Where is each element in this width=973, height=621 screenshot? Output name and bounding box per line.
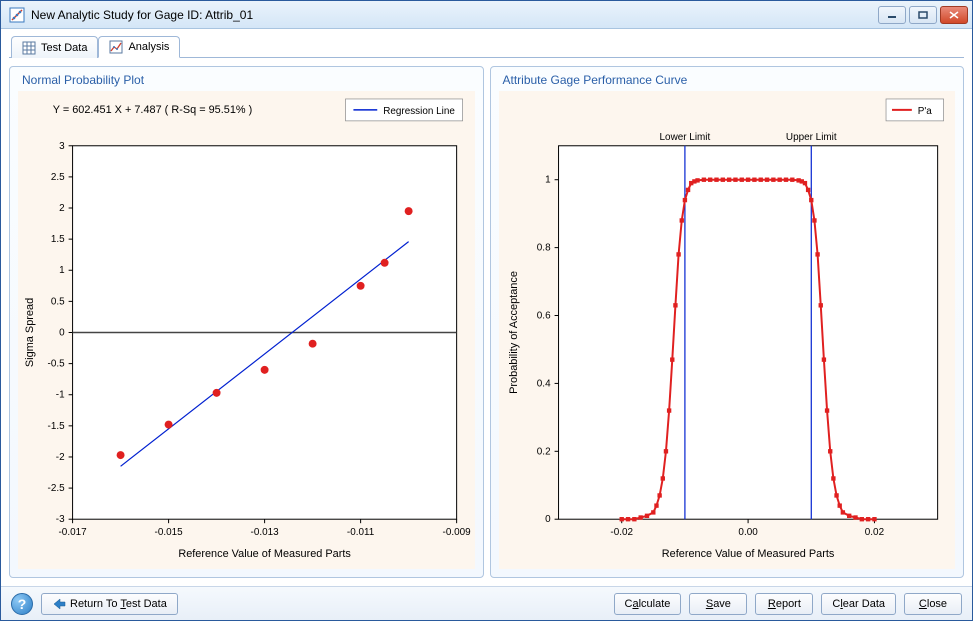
svg-text:-1: -1: [56, 390, 65, 401]
svg-text:Regression Line: Regression Line: [383, 106, 455, 117]
svg-text:Upper Limit: Upper Limit: [785, 132, 836, 143]
bottom-bar: ? Return To Test Data Calculate Save Rep…: [1, 586, 972, 620]
help-button[interactable]: ?: [11, 593, 33, 615]
svg-text:2.5: 2.5: [51, 172, 65, 183]
button-label: Close: [919, 598, 947, 610]
svg-text:-0.015: -0.015: [155, 527, 184, 538]
button-label: Return To Test Data: [70, 598, 167, 610]
svg-text:-0.013: -0.013: [251, 527, 280, 538]
svg-text:-2.5: -2.5: [48, 483, 66, 494]
return-button[interactable]: Return To Test Data: [41, 593, 178, 615]
svg-text:1.5: 1.5: [51, 234, 65, 245]
svg-text:Lower Limit: Lower Limit: [659, 132, 710, 143]
arrow-left-icon: [52, 597, 66, 611]
app-icon: [9, 7, 25, 23]
svg-text:Probability of Acceptance: Probability of Acceptance: [507, 271, 519, 394]
svg-text:-0.02: -0.02: [610, 527, 633, 538]
save-button[interactable]: Save: [689, 593, 747, 615]
svg-text:Reference Value of Measured Pa: Reference Value of Measured Parts: [661, 548, 834, 560]
close-button[interactable]: Close: [904, 593, 962, 615]
panels-container: Normal Probability Plot Y = 602.451 X + …: [1, 58, 972, 586]
svg-text:0.02: 0.02: [864, 527, 884, 538]
svg-text:0.4: 0.4: [536, 378, 550, 389]
chart-icon: [109, 40, 123, 54]
minimize-button[interactable]: [878, 6, 906, 24]
svg-text:P'a: P'a: [917, 106, 932, 117]
tab-label: Analysis: [128, 41, 169, 53]
maximize-button[interactable]: [909, 6, 937, 24]
svg-text:2: 2: [59, 203, 65, 214]
titlebar: New Analytic Study for Gage ID: Attrib_0…: [1, 1, 972, 29]
clear-data-button[interactable]: Clear Data: [821, 593, 896, 615]
svg-text:0.2: 0.2: [536, 446, 550, 457]
tab-test-data[interactable]: Test Data: [11, 36, 98, 58]
button-label: Save: [706, 598, 731, 610]
svg-text:0.8: 0.8: [536, 243, 550, 254]
svg-text:1: 1: [59, 265, 65, 276]
svg-text:-0.017: -0.017: [59, 527, 88, 538]
button-label: Clear Data: [832, 598, 885, 610]
attribute-gage-panel: Attribute Gage Performance Curve P'a Lowe…: [490, 66, 965, 578]
tab-analysis[interactable]: Analysis: [98, 36, 180, 58]
panel-title: Attribute Gage Performance Curve: [499, 71, 956, 91]
svg-text:-1.5: -1.5: [48, 421, 66, 432]
svg-text:0.00: 0.00: [738, 527, 758, 538]
svg-text:0: 0: [59, 327, 65, 338]
svg-text:-0.009: -0.009: [443, 527, 472, 538]
normal-probability-panel: Normal Probability Plot Y = 602.451 X + …: [9, 66, 484, 578]
close-window-button[interactable]: [940, 6, 968, 24]
client-area: Test Data Analysis Normal Probability Pl…: [1, 29, 972, 620]
button-label: Calculate: [625, 598, 671, 610]
button-label: Report: [768, 598, 801, 610]
svg-text:3: 3: [59, 141, 65, 152]
svg-text:0: 0: [545, 514, 551, 525]
svg-text:Reference Value of Measured Pa: Reference Value of Measured Parts: [178, 548, 351, 560]
app-window: New Analytic Study for Gage ID: Attrib_0…: [0, 0, 973, 621]
window-title: New Analytic Study for Gage ID: Attrib_0…: [31, 8, 878, 22]
svg-text:-2: -2: [56, 452, 65, 463]
svg-text:Sigma Spread: Sigma Spread: [24, 298, 36, 367]
window-controls: [878, 6, 968, 24]
svg-text:-3: -3: [56, 514, 65, 525]
svg-text:-0.5: -0.5: [48, 359, 66, 370]
tab-label: Test Data: [41, 42, 87, 54]
svg-text:1: 1: [545, 175, 551, 186]
tab-strip: Test Data Analysis: [1, 29, 972, 57]
report-button[interactable]: Report: [755, 593, 813, 615]
normal-probability-plot: Y = 602.451 X + 7.487 ( R-Sq = 95.51% ) R…: [18, 91, 475, 569]
panel-title: Normal Probability Plot: [18, 71, 475, 91]
grid-icon: [22, 41, 36, 55]
svg-text:-0.011: -0.011: [347, 527, 375, 538]
attribute-gage-plot: P'a Lower Limit Upper Limit 0 0.2 0.4 0.6 0.8 1 -…: [499, 91, 956, 569]
svg-text:Y = 602.451 X + 7.487 ( R-Sq: Y = 602.451 X + 7.487 ( R-Sq = 95.51% ): [53, 104, 253, 116]
calculate-button[interactable]: Calculate: [614, 593, 682, 615]
svg-text:0.5: 0.5: [51, 296, 65, 307]
svg-text:0.6: 0.6: [536, 310, 550, 321]
